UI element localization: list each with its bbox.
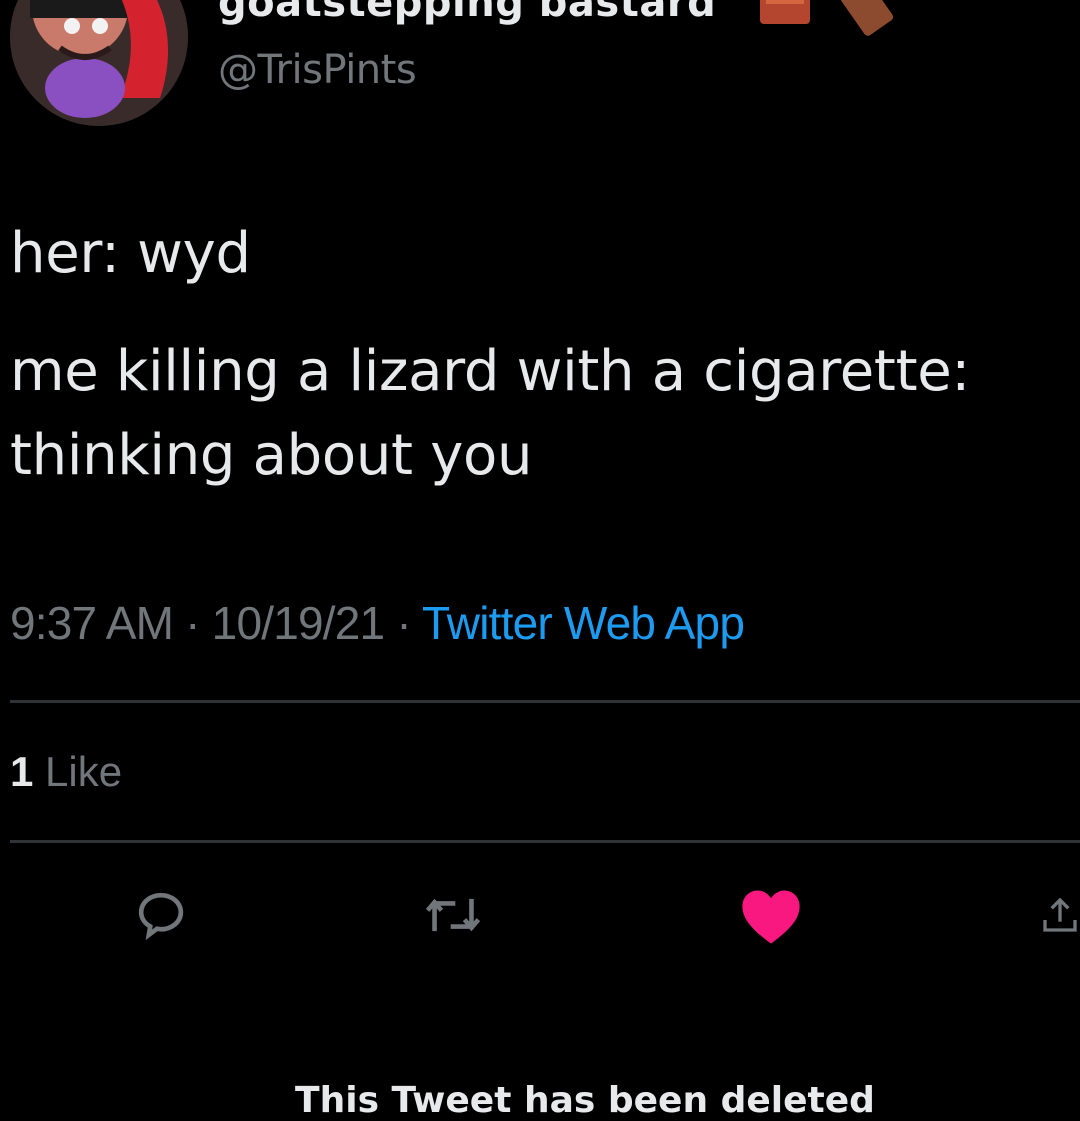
deleted-notice: This Tweet has been deleted [295, 1080, 875, 1121]
tweet-date[interactable]: 10/19/21 [212, 597, 385, 649]
tweet-line: me killing a lizard with a cigarette: [10, 339, 970, 404]
display-name[interactable]: goatstepping bastard [218, 0, 716, 26]
reply-icon [138, 892, 184, 941]
retweet-button[interactable] [420, 882, 486, 948]
likes-count[interactable]: 1 Like [10, 748, 122, 796]
share-icon [1043, 897, 1077, 932]
avatar[interactable] [10, 0, 188, 126]
meta-separator: · [185, 597, 200, 649]
tweet-metadata: 9:37 AM · 10/19/21 · Twitter Web App [10, 596, 745, 650]
tweet-line: thinking about you [10, 423, 533, 488]
like-count-label: Like [45, 748, 123, 795]
meta-separator: · [396, 597, 411, 649]
share-button[interactable] [1040, 882, 1080, 948]
like-button[interactable] [738, 882, 804, 948]
tweet-source-link[interactable]: Twitter Web App [422, 597, 745, 649]
reply-button[interactable] [128, 882, 194, 948]
tweet-text: her: wyd me killing a lizard with a ciga… [10, 212, 1080, 498]
tweet-time[interactable]: 9:37 AM [10, 597, 174, 649]
user-handle[interactable]: @TrisPints [218, 47, 417, 93]
brick-emoji-icon [760, 0, 894, 36]
heart-icon [742, 890, 800, 944]
retweet-icon [425, 898, 481, 932]
divider [10, 840, 1080, 843]
tweet-line: her: wyd [10, 221, 251, 286]
avatar-image [10, 0, 188, 126]
divider [10, 700, 1080, 703]
like-count-number: 1 [10, 748, 34, 795]
